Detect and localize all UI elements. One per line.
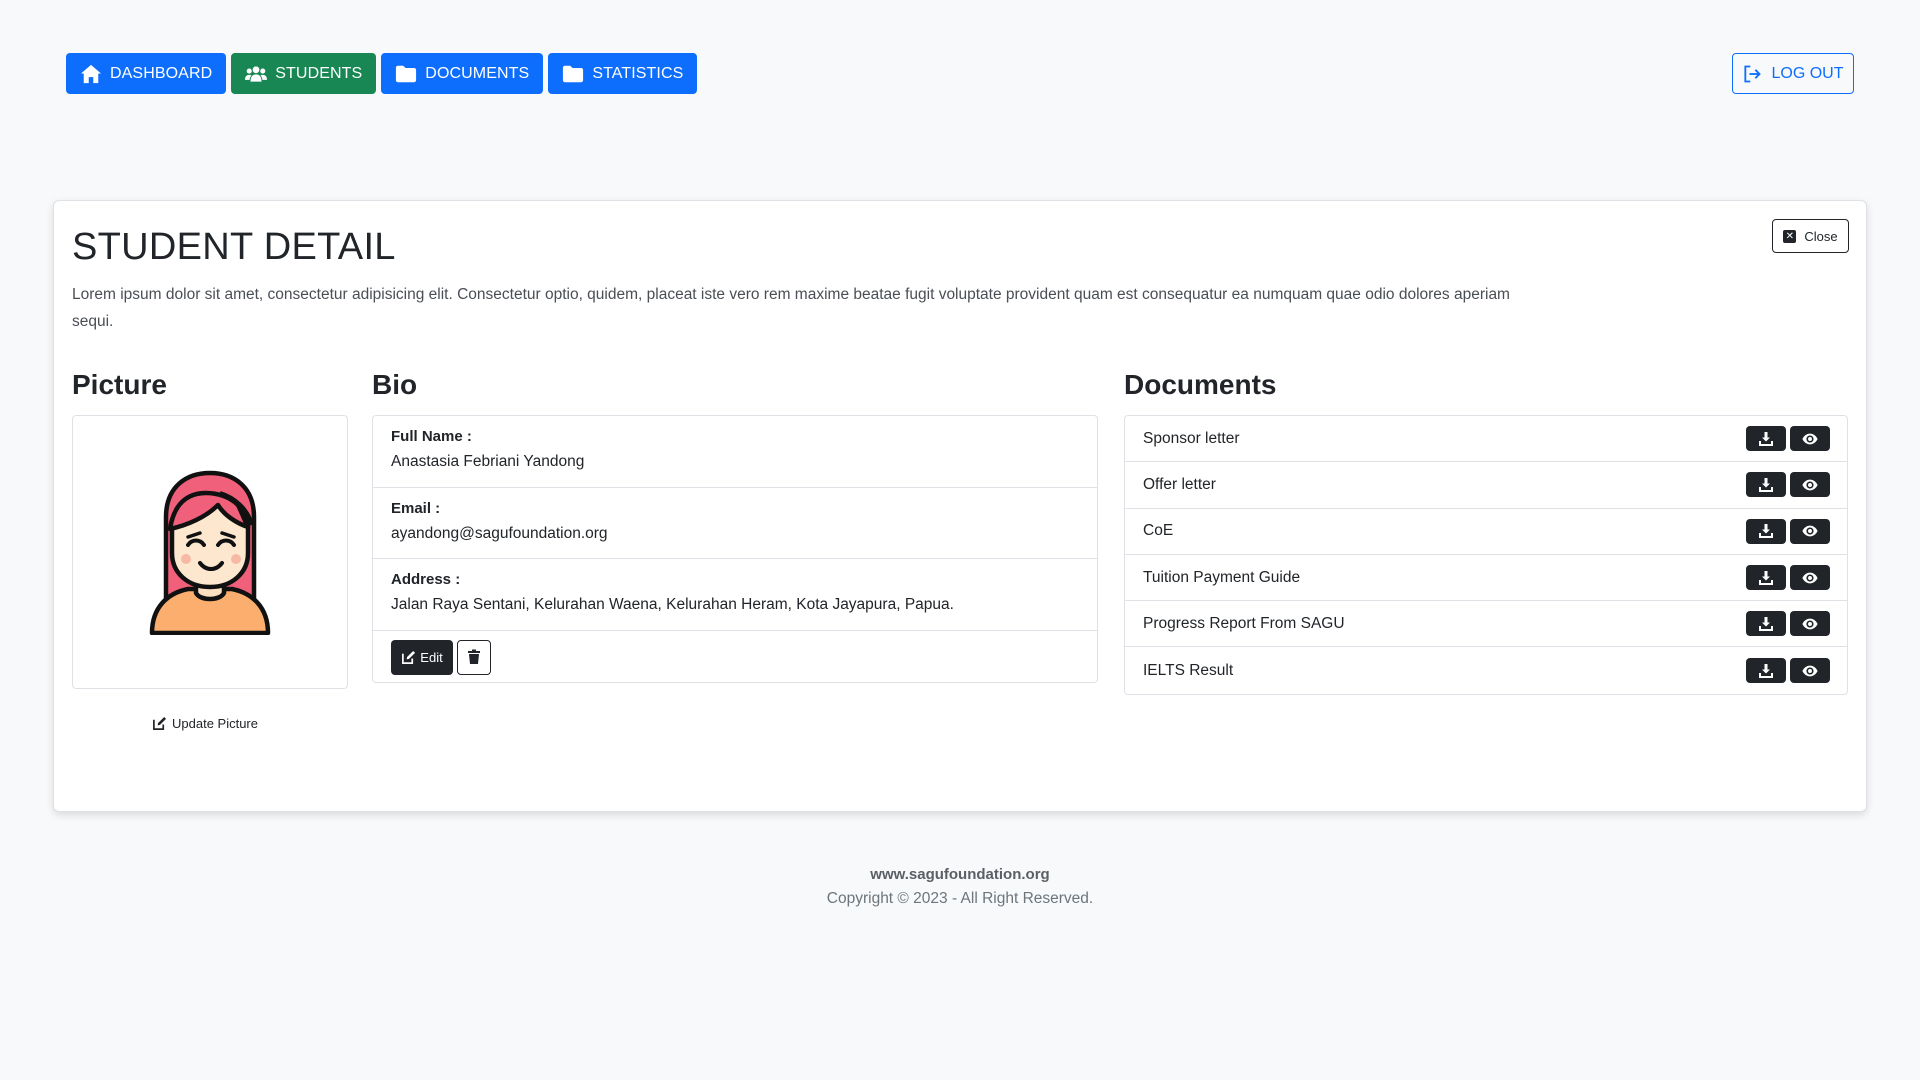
- eye-icon: [1802, 479, 1818, 491]
- update-picture-label: Update Picture: [172, 716, 258, 731]
- download-icon: [1759, 431, 1773, 446]
- full-name-value: Anastasia Febriani Yandong: [391, 453, 585, 470]
- bio-email-row: Email : ayandong@sagufoundation.org: [373, 488, 1097, 559]
- address-label: Address :: [391, 571, 461, 588]
- document-name: CoE: [1143, 522, 1174, 540]
- nav-dashboard-button[interactable]: DASHBOARD: [66, 53, 227, 94]
- page-description: Lorem ipsum dolor sit amet, consectetur …: [72, 286, 1510, 330]
- document-name: IELTS Result: [1143, 661, 1234, 679]
- download-button[interactable]: [1746, 611, 1786, 637]
- documents-list: Sponsor letter Offer letter CoE Tuition Pay…: [1124, 415, 1848, 695]
- view-button[interactable]: [1790, 472, 1830, 498]
- top-nav: DASHBOARD STUDENTS DOCUMENTS STATISTICS: [66, 53, 698, 94]
- edit-bio-button[interactable]: Edit: [391, 639, 453, 675]
- edit-icon: [153, 716, 167, 730]
- document-name: Offer letter: [1143, 475, 1216, 493]
- document-row: Tuition Payment Guide: [1125, 555, 1847, 602]
- download-icon: [1759, 524, 1773, 539]
- logout-label: LOG OUT: [1771, 64, 1844, 82]
- bio-actions: Edit: [373, 631, 1097, 684]
- logout-icon: [1744, 65, 1762, 82]
- full-name-label: Full Name :: [391, 428, 472, 445]
- eye-icon: [1802, 618, 1818, 630]
- document-row: Offer letter: [1125, 462, 1847, 509]
- close-icon: ✕: [1783, 229, 1797, 243]
- picture-heading: Picture: [72, 369, 167, 400]
- download-icon: [1759, 616, 1773, 631]
- edit-icon: [402, 650, 416, 664]
- page-title: STUDENT DETAIL: [72, 226, 396, 268]
- footer-site-link[interactable]: www.sagufoundation.org: [0, 866, 1920, 883]
- document-actions: [1746, 658, 1830, 684]
- close-button[interactable]: ✕ Close: [1772, 219, 1849, 253]
- delete-student-button[interactable]: [457, 639, 491, 675]
- bio-full-name-row: Full Name : Anastasia Febriani Yandong: [373, 416, 1097, 488]
- eye-icon: [1802, 665, 1818, 676]
- download-icon: [1759, 477, 1773, 492]
- bio-heading: Bio: [372, 369, 418, 400]
- document-actions: [1746, 472, 1830, 498]
- student-detail-card: ✕ Close STUDENT DETAIL Lorem ipsum dolor…: [53, 200, 1867, 812]
- document-row: IELTS Result: [1125, 647, 1847, 693]
- nav-documents-label: DOCUMENTS: [425, 64, 530, 82]
- bio-address-row: Address : Jalan Raya Sentani, Kelurahan …: [373, 559, 1097, 631]
- bio-panel: Full Name : Anastasia Febriani Yandong E…: [372, 415, 1098, 683]
- download-icon: [1759, 570, 1773, 585]
- edit-label: Edit: [420, 649, 443, 665]
- eye-icon: [1802, 525, 1818, 537]
- view-button[interactable]: [1790, 426, 1830, 452]
- document-row: Sponsor letter: [1125, 416, 1847, 463]
- folder-icon: [396, 65, 417, 82]
- nav-dashboard-label: DASHBOARD: [110, 64, 213, 82]
- download-button[interactable]: [1746, 426, 1786, 452]
- documents-heading: Documents: [1124, 369, 1277, 400]
- email-label: Email :: [391, 499, 441, 517]
- download-button[interactable]: [1746, 565, 1786, 591]
- document-actions: [1746, 611, 1830, 637]
- download-button[interactable]: [1746, 518, 1786, 544]
- close-label: Close: [1804, 228, 1838, 244]
- folder-icon: [563, 65, 584, 82]
- document-name: Progress Report From SAGU: [1143, 614, 1345, 632]
- download-icon: [1759, 663, 1773, 678]
- nav-statistics-label: STATISTICS: [592, 64, 684, 82]
- email-value: ayandong@sagufoundation.org: [391, 524, 608, 542]
- avatar: [149, 470, 271, 635]
- nav-students-button[interactable]: STUDENTS: [231, 53, 377, 94]
- document-name: Sponsor letter: [1143, 429, 1240, 447]
- document-actions: [1746, 426, 1830, 452]
- download-button[interactable]: [1746, 658, 1786, 684]
- document-row: Progress Report From SAGU: [1125, 601, 1847, 648]
- nav-documents-button[interactable]: DOCUMENTS: [381, 53, 544, 94]
- view-button[interactable]: [1790, 611, 1830, 637]
- footer: www.sagufoundation.org Copyright © 2023 …: [0, 866, 1920, 908]
- home-icon: [81, 64, 101, 83]
- eye-icon: [1802, 433, 1818, 444]
- document-name: Tuition Payment Guide: [1143, 568, 1301, 586]
- document-row: CoE: [1125, 509, 1847, 555]
- address-value: Jalan Raya Sentani, Kelurahan Waena, Kel…: [391, 596, 954, 613]
- footer-copyright: Copyright © 2023 - All Right Reserved.: [826, 890, 1094, 907]
- logout-button[interactable]: LOG OUT: [1732, 53, 1854, 94]
- view-button[interactable]: [1790, 658, 1830, 684]
- download-button[interactable]: [1746, 472, 1786, 498]
- profile-picture-frame: [72, 415, 348, 689]
- document-actions: [1746, 518, 1830, 544]
- view-button[interactable]: [1790, 565, 1830, 591]
- trash-icon: [468, 649, 480, 664]
- nav-students-label: STUDENTS: [275, 64, 363, 82]
- view-button[interactable]: [1790, 518, 1830, 544]
- users-icon: [245, 65, 268, 82]
- document-actions: [1746, 565, 1830, 591]
- update-picture-button[interactable]: Update Picture: [152, 716, 258, 731]
- eye-icon: [1802, 572, 1818, 583]
- nav-statistics-button[interactable]: STATISTICS: [548, 53, 698, 94]
